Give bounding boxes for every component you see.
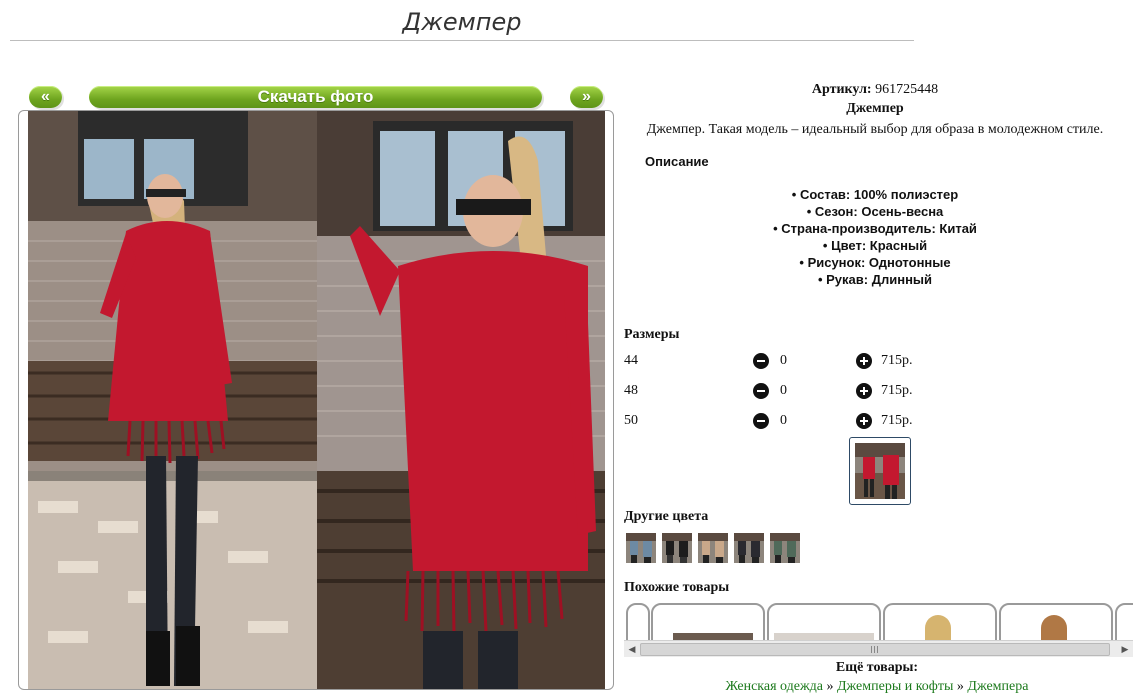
size-quantity: 0 xyxy=(780,353,787,368)
prev-photo-button[interactable]: « xyxy=(29,86,62,108)
size-price: 715р. xyxy=(881,383,913,398)
size-row: 44 0 715р. xyxy=(624,351,924,371)
thumbnail-image xyxy=(855,443,905,499)
size-price: 715р. xyxy=(881,353,913,368)
attribute-item: Страна-производитель: Китай xyxy=(622,220,1128,237)
description-heading: Описание xyxy=(645,154,709,169)
breadcrumb-separator: » xyxy=(826,679,834,694)
product-description: Джемпер. Такая модель – идеальный выбор … xyxy=(646,122,1104,137)
more-products-heading: Ещё товары: xyxy=(835,660,919,675)
size-row: 50 0 715р. xyxy=(624,411,924,431)
color-variant-thumbnail[interactable] xyxy=(734,533,764,563)
title-divider xyxy=(10,40,914,41)
page-title: Джемпер xyxy=(402,8,522,36)
color-variant-thumbnail[interactable] xyxy=(698,533,728,563)
scroll-left-arrow-icon[interactable]: ◀ xyxy=(625,642,639,656)
download-photo-button[interactable]: Скачать фото xyxy=(89,86,542,108)
size-price: 715р. xyxy=(881,413,913,428)
sku-line: Артикул: 961725448 xyxy=(622,82,1128,98)
plus-icon[interactable] xyxy=(856,383,872,399)
attribute-item: Рисунок: Однотонные xyxy=(622,254,1128,271)
horizontal-scrollbar[interactable]: ◀ ▶ xyxy=(624,640,1133,657)
breadcrumb-separator: » xyxy=(956,679,964,694)
color-variant-thumbnail[interactable] xyxy=(662,533,692,563)
product-photo[interactable] xyxy=(28,111,605,689)
sku-value: 961725448 xyxy=(875,82,939,97)
product-photo-frame xyxy=(18,110,614,690)
next-photo-button[interactable]: » xyxy=(570,86,603,108)
minus-icon[interactable] xyxy=(753,383,769,399)
size-quantity: 0 xyxy=(780,413,787,428)
size-row: 48 0 715р. xyxy=(624,381,924,401)
product-thumbnail[interactable] xyxy=(849,437,911,505)
attribute-item: Состав: 100% полиэстер xyxy=(622,186,1128,203)
attribute-item: Рукав: Длинный xyxy=(622,271,1128,288)
scrollbar-thumb[interactable] xyxy=(640,643,1110,656)
size-quantity: 0 xyxy=(780,383,787,398)
grip-icon xyxy=(871,646,879,653)
attribute-item: Цвет: Красный xyxy=(622,237,1128,254)
sku-label: Артикул: xyxy=(811,82,872,97)
attribute-list: Состав: 100% полиэстер Сезон: Осень-весн… xyxy=(622,186,1128,288)
breadcrumb: Женская одежда » Джемперы и кофты » Джем… xyxy=(624,679,1130,695)
other-colors-list xyxy=(626,533,800,563)
breadcrumb-link-jumpers-cardigans[interactable]: Джемперы и кофты xyxy=(837,679,953,694)
plus-icon[interactable] xyxy=(856,353,872,369)
breadcrumb-link-womens-clothing[interactable]: Женская одежда xyxy=(726,679,823,694)
scroll-right-arrow-icon[interactable]: ▶ xyxy=(1118,642,1132,656)
sizes-heading: Размеры xyxy=(624,327,680,342)
plus-icon[interactable] xyxy=(856,413,872,429)
product-name: Джемпер xyxy=(846,101,904,116)
other-colors-heading: Другие цвета xyxy=(624,509,709,524)
size-label: 50 xyxy=(624,413,638,428)
attribute-item: Сезон: Осень-весна xyxy=(622,203,1128,220)
color-variant-thumbnail[interactable] xyxy=(626,533,656,563)
similar-products-heading: Похожие товары xyxy=(624,580,730,595)
minus-icon[interactable] xyxy=(753,353,769,369)
size-label: 44 xyxy=(624,353,638,368)
product-info: Артикул: 961725448 Джемпер Джемпер. Така… xyxy=(622,82,1128,288)
minus-icon[interactable] xyxy=(753,413,769,429)
size-label: 48 xyxy=(624,383,638,398)
color-variant-thumbnail[interactable] xyxy=(770,533,800,563)
breadcrumb-link-jumpers[interactable]: Джемпера xyxy=(967,679,1028,694)
